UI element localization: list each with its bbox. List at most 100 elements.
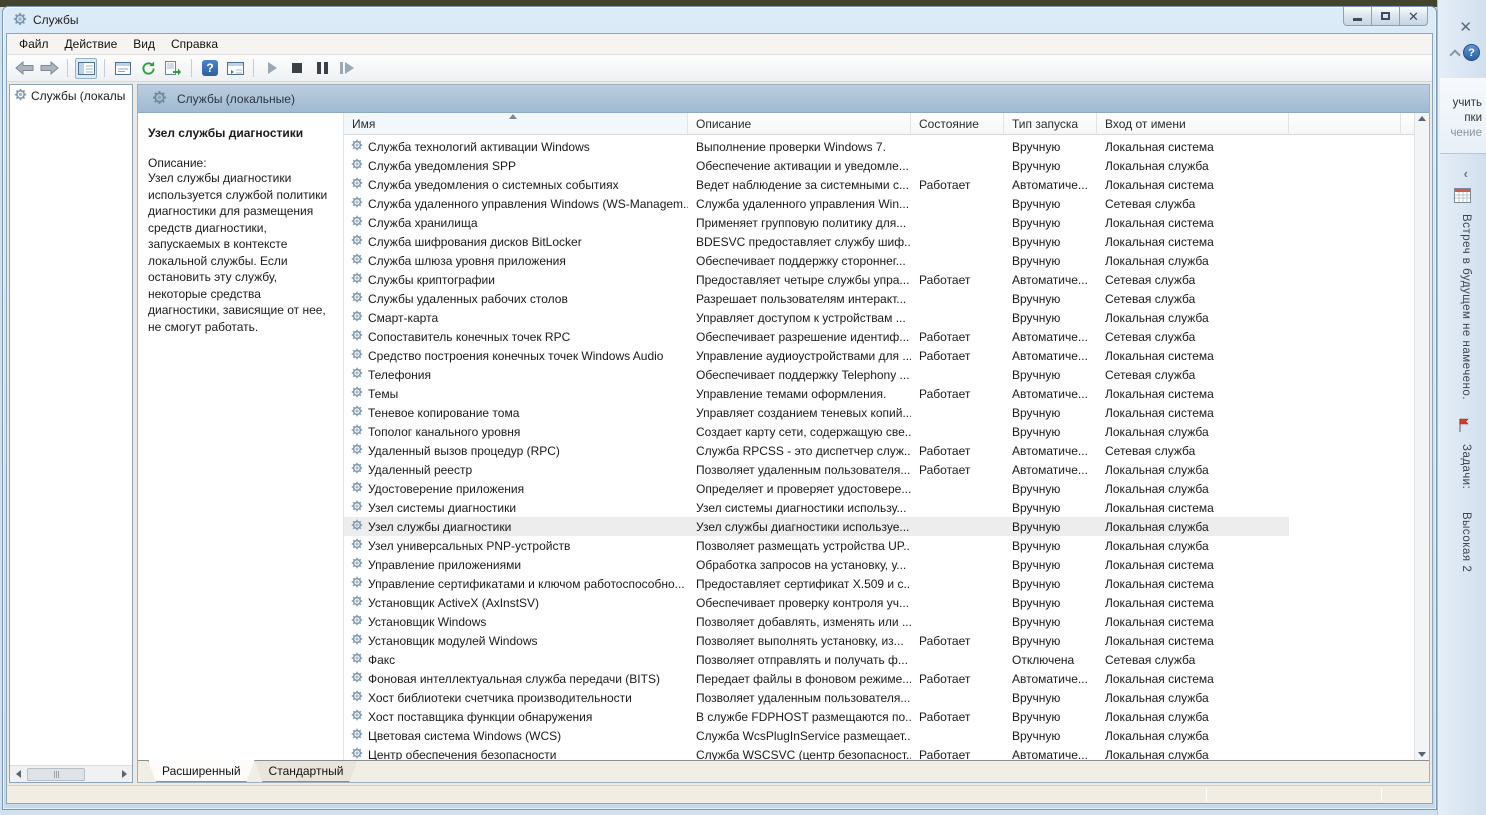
table-row[interactable]: Тополог канального уровняСоздает карту с…	[344, 422, 1289, 441]
table-row[interactable]: Узел универсальных PNP-устройствПозволяе…	[344, 536, 1289, 555]
service-name: Служба шлюза уровня приложения	[368, 254, 566, 268]
minimize-button[interactable]	[1343, 7, 1372, 26]
column-header-1[interactable]: Описание	[688, 113, 911, 134]
table-row[interactable]: Управление сертификатами и ключом работо…	[344, 574, 1289, 593]
table-row[interactable]: Службы криптографииПредоставляет четыре …	[344, 270, 1289, 289]
table-row[interactable]: ФаксПозволяет отправлять и получать ф...…	[344, 650, 1289, 669]
stop-service-button[interactable]	[286, 58, 308, 79]
restart-service-button[interactable]	[336, 58, 358, 79]
table-row[interactable]: Удаленный вызов процедур (RPC)Служба RPC…	[344, 441, 1289, 460]
properties-button[interactable]	[112, 58, 134, 79]
table-row[interactable]: Фоновая интеллектуальная служба передачи…	[344, 669, 1289, 688]
vertical-scrollbar[interactable]	[1414, 113, 1429, 760]
forward-button[interactable]	[38, 58, 60, 79]
table-row[interactable]: Удаленный реестрПозволяет удаленным поль…	[344, 460, 1289, 479]
table-row[interactable]: Службы удаленных рабочих столовРазрешает…	[344, 289, 1289, 308]
tab-Расширенный[interactable]: Расширенный	[148, 760, 255, 782]
table-row[interactable]: Центр обеспечения безопасностиСлужба WSC…	[344, 745, 1289, 760]
table-row[interactable]: Смарт-картаУправляет доступом к устройст…	[344, 308, 1289, 327]
scroll-left-arrow[interactable]	[10, 767, 26, 782]
menu-Справка[interactable]: Справка	[163, 35, 226, 53]
table-row[interactable]: Управление приложениямиОбработка запросо…	[344, 555, 1289, 574]
scroll-up-arrow[interactable]	[1418, 116, 1426, 121]
table-row[interactable]: Узел службы диагностикиУзел службы диагн…	[344, 517, 1289, 536]
service-description: Ведет наблюдение за системными с...	[688, 178, 911, 192]
scrollbar-thumb[interactable]	[27, 768, 85, 781]
table-row[interactable]: Сопоставитель конечных точек RPCОбеспечи…	[344, 327, 1289, 346]
column-header-3[interactable]: Тип запуска	[1004, 113, 1097, 134]
start-service-button[interactable]	[261, 58, 283, 79]
service-startup-type: Вручную	[1004, 501, 1097, 515]
service-startup-type: Вручную	[1004, 159, 1097, 173]
show-console-tree-button[interactable]	[75, 58, 97, 79]
column-header-2[interactable]: Состояние	[911, 113, 1004, 134]
extended-description-panel: Узел службы диагностики Описание: Узел с…	[138, 113, 343, 760]
table-row[interactable]: Средство построения конечных точек Windo…	[344, 346, 1289, 365]
table-row[interactable]: Хост библиотеки счетчика производительно…	[344, 688, 1289, 707]
help-button[interactable]: ?	[199, 58, 221, 79]
horizontal-scrollbar[interactable]	[10, 765, 132, 782]
help-icon: ?	[202, 60, 218, 76]
table-row[interactable]: Служба уведомления SPPОбеспечение актива…	[344, 156, 1289, 175]
table-row[interactable]: ТемыУправление темами оформления.Работае…	[344, 384, 1289, 403]
restore-button[interactable]	[1371, 7, 1400, 26]
help-icon[interactable]: ?	[1463, 44, 1480, 61]
chevron-left-icon[interactable]: ‹	[1464, 166, 1468, 181]
column-header-0[interactable]: Имя	[344, 113, 688, 134]
service-startup-type: Вручную	[1004, 520, 1097, 534]
scroll-down-arrow[interactable]	[1418, 752, 1426, 757]
table-row[interactable]: Теневое копирование томаУправляет создан…	[344, 403, 1289, 422]
pause-service-button[interactable]	[311, 58, 333, 79]
toolbar-separator	[67, 59, 68, 77]
service-logon-as: Локальная служба	[1097, 748, 1289, 761]
chevron-up-icon[interactable]	[1449, 49, 1460, 60]
service-status: Работает	[911, 349, 1004, 363]
tab-Стандартный[interactable]: Стандартный	[255, 761, 358, 782]
service-name: Средство построения конечных точек Windo…	[368, 349, 663, 363]
service-startup-type: Вручную	[1004, 558, 1097, 572]
table-row[interactable]: Цветовая система Windows (WCS)Служба Wcs…	[344, 726, 1289, 745]
service-name: Хост библиотеки счетчика производительно…	[368, 691, 632, 705]
table-row[interactable]: Установщик модулей WindowsПозволяет выпо…	[344, 631, 1289, 650]
table-row[interactable]: Служба шифрования дисков BitLockerBDESVC…	[344, 232, 1289, 251]
export-list-button[interactable]	[162, 58, 184, 79]
menu-Вид[interactable]: Вид	[125, 35, 163, 53]
back-button[interactable]	[13, 58, 35, 79]
service-name: Служба хранилища	[368, 216, 478, 230]
close-button[interactable]: ✕	[1399, 7, 1428, 26]
column-header-4[interactable]: Вход от имени	[1097, 113, 1289, 134]
table-row[interactable]: ТелефонияОбеспечивает поддержку Telephon…	[344, 365, 1289, 384]
refresh-button[interactable]	[137, 58, 159, 79]
table-row[interactable]: Служба уведомления о системных событияхВ…	[344, 175, 1289, 194]
table-row[interactable]: Узел системы диагностикиУзел системы диа…	[344, 498, 1289, 517]
calendar-icon	[1454, 188, 1471, 206]
service-startup-type: Вручную	[1004, 577, 1097, 591]
service-status: Работает	[911, 634, 1004, 648]
service-gear-icon	[351, 709, 363, 724]
menu-Действие[interactable]: Действие	[57, 35, 126, 53]
service-description: Служба WcsPlugInService размещает...	[688, 729, 911, 743]
toolbar-separator	[253, 59, 254, 77]
service-description: Позволяет отправлять и получать ф...	[688, 653, 911, 667]
console-tree-panel: Службы (локалы	[9, 84, 133, 783]
tree-item-services-local[interactable]: Службы (локалы	[10, 85, 132, 107]
title-bar[interactable]: Службы ✕	[3, 7, 1436, 33]
table-row[interactable]: Служба удаленного управления Windows (WS…	[344, 194, 1289, 213]
service-gear-icon	[351, 538, 363, 553]
show-action-pane-button[interactable]	[224, 58, 246, 79]
service-logon-as: Локальная служба	[1097, 425, 1289, 439]
table-row[interactable]: Служба хранилищаПрименяет групповую поли…	[344, 213, 1289, 232]
table-row[interactable]: Установщик WindowsПозволяет добавлять, и…	[344, 612, 1289, 631]
table-row[interactable]: Установщик ActiveX (AxInstSV)Обеспечивае…	[344, 593, 1289, 612]
table-row[interactable]: Удостоверение приложенияОпределяет и про…	[344, 479, 1289, 498]
clipped-text-fragment: пки	[1440, 111, 1486, 126]
close-icon[interactable]: ✕	[1459, 18, 1472, 36]
scroll-right-arrow[interactable]	[116, 767, 132, 782]
main-panel: Службы (локальные) Узел службы диагности…	[137, 84, 1430, 783]
service-startup-type: Вручную	[1004, 482, 1097, 496]
table-row[interactable]: Служба шлюза уровня приложенияОбеспечива…	[344, 251, 1289, 270]
menu-Файл[interactable]: Файл	[11, 35, 57, 53]
service-name: Служба уведомления SPP	[368, 159, 516, 173]
table-row[interactable]: Служба технологий активации WindowsВыпол…	[344, 137, 1289, 156]
table-row[interactable]: Хост поставщика функции обнаруженияВ слу…	[344, 707, 1289, 726]
